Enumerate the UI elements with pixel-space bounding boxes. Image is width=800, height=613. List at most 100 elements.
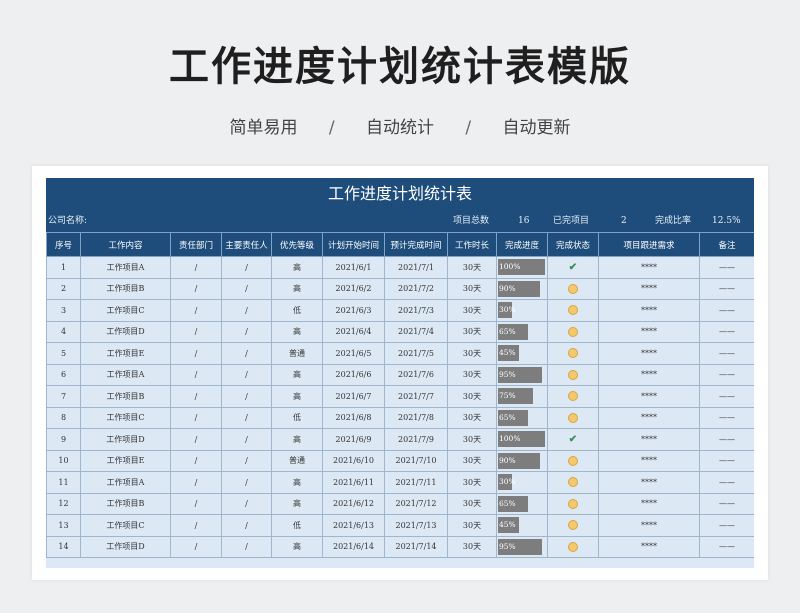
- cell-end[interactable]: 2021/7/12: [384, 492, 448, 515]
- cell-no[interactable]: 3: [46, 299, 81, 322]
- cell-end[interactable]: 2021/7/11: [384, 471, 448, 494]
- cell-owner[interactable]: /: [221, 256, 272, 279]
- cell-start[interactable]: 2021/6/3: [322, 299, 385, 322]
- table-row[interactable]: 13 工作项目C / / 低 2021/6/13 2021/7/13 30天 45% **** ——: [46, 514, 754, 537]
- cell-owner[interactable]: /: [221, 299, 272, 322]
- cell-follow[interactable]: ****: [598, 320, 700, 343]
- cell-priority[interactable]: 高: [271, 471, 323, 494]
- cell-start[interactable]: 2021/6/8: [322, 406, 385, 429]
- cell-priority[interactable]: 低: [271, 406, 323, 429]
- cell-follow[interactable]: ****: [598, 514, 700, 537]
- table-row[interactable]: 14 工作项目D / / 高 2021/6/14 2021/7/14 30天 95% **** ——: [46, 535, 754, 558]
- cell-dept[interactable]: /: [170, 385, 222, 408]
- cell-duration[interactable]: 30天: [447, 277, 497, 300]
- cell-priority[interactable]: 普通: [271, 449, 323, 472]
- cell-status[interactable]: [547, 342, 599, 365]
- cell-note[interactable]: ——: [699, 471, 754, 494]
- cell-duration[interactable]: 30天: [447, 342, 497, 365]
- cell-dept[interactable]: /: [170, 535, 222, 558]
- cell-status[interactable]: [547, 299, 599, 322]
- cell-duration[interactable]: 30天: [447, 385, 497, 408]
- cell-task[interactable]: 工作项目D: [80, 535, 171, 558]
- cell-dept[interactable]: /: [170, 514, 222, 537]
- cell-status[interactable]: [547, 320, 599, 343]
- cell-owner[interactable]: /: [221, 535, 272, 558]
- cell-task[interactable]: 工作项目C: [80, 514, 171, 537]
- cell-end[interactable]: 2021/7/3: [384, 299, 448, 322]
- cell-end[interactable]: 2021/7/8: [384, 406, 448, 429]
- cell-start[interactable]: 2021/6/14: [322, 535, 385, 558]
- cell-status[interactable]: [547, 492, 599, 515]
- cell-duration[interactable]: 30天: [447, 428, 497, 451]
- cell-task[interactable]: 工作项目B: [80, 492, 171, 515]
- cell-status[interactable]: [547, 385, 599, 408]
- cell-no[interactable]: 5: [46, 342, 81, 365]
- cell-progress[interactable]: 45%: [496, 342, 548, 365]
- cell-progress[interactable]: 65%: [496, 406, 548, 429]
- cell-start[interactable]: 2021/6/9: [322, 428, 385, 451]
- cell-start[interactable]: 2021/6/12: [322, 492, 385, 515]
- cell-end[interactable]: 2021/7/6: [384, 363, 448, 386]
- cell-no[interactable]: 4: [46, 320, 81, 343]
- cell-note[interactable]: ——: [699, 406, 754, 429]
- table-row[interactable]: 2 工作项目B / / 高 2021/6/2 2021/7/2 30天 90% **** ——: [46, 277, 754, 300]
- cell-status[interactable]: [547, 277, 599, 300]
- cell-duration[interactable]: 30天: [447, 363, 497, 386]
- cell-no[interactable]: 2: [46, 277, 81, 300]
- cell-duration[interactable]: 30天: [447, 471, 497, 494]
- cell-progress[interactable]: 65%: [496, 320, 548, 343]
- cell-dept[interactable]: /: [170, 449, 222, 472]
- cell-priority[interactable]: 低: [271, 299, 323, 322]
- cell-owner[interactable]: /: [221, 342, 272, 365]
- cell-note[interactable]: ——: [699, 342, 754, 365]
- table-row[interactable]: 11 工作项目A / / 高 2021/6/11 2021/7/11 30天 30% **** ——: [46, 471, 754, 494]
- cell-end[interactable]: 2021/7/10: [384, 449, 448, 472]
- cell-owner[interactable]: /: [221, 385, 272, 408]
- cell-duration[interactable]: 30天: [447, 449, 497, 472]
- cell-start[interactable]: 2021/6/2: [322, 277, 385, 300]
- cell-owner[interactable]: /: [221, 277, 272, 300]
- cell-follow[interactable]: ****: [598, 406, 700, 429]
- cell-owner[interactable]: /: [221, 449, 272, 472]
- cell-task[interactable]: 工作项目C: [80, 406, 171, 429]
- cell-start[interactable]: 2021/6/7: [322, 385, 385, 408]
- cell-progress[interactable]: 95%: [496, 535, 548, 558]
- cell-priority[interactable]: 低: [271, 514, 323, 537]
- cell-note[interactable]: ——: [699, 363, 754, 386]
- table-row[interactable]: 4 工作项目D / / 高 2021/6/4 2021/7/4 30天 65% **** ——: [46, 320, 754, 343]
- cell-follow[interactable]: ****: [598, 385, 700, 408]
- cell-owner[interactable]: /: [221, 428, 272, 451]
- cell-status[interactable]: ✔: [547, 428, 599, 451]
- cell-priority[interactable]: 高: [271, 277, 323, 300]
- cell-follow[interactable]: ****: [598, 449, 700, 472]
- cell-note[interactable]: ——: [699, 277, 754, 300]
- cell-end[interactable]: 2021/7/1: [384, 256, 448, 279]
- cell-progress[interactable]: 100%: [496, 256, 548, 279]
- cell-no[interactable]: 8: [46, 406, 81, 429]
- cell-start[interactable]: 2021/6/1: [322, 256, 385, 279]
- cell-duration[interactable]: 30天: [447, 535, 497, 558]
- cell-end[interactable]: 2021/7/4: [384, 320, 448, 343]
- cell-no[interactable]: 10: [46, 449, 81, 472]
- cell-task[interactable]: 工作项目E: [80, 342, 171, 365]
- cell-task[interactable]: 工作项目A: [80, 256, 171, 279]
- cell-note[interactable]: ——: [699, 385, 754, 408]
- cell-end[interactable]: 2021/7/5: [384, 342, 448, 365]
- cell-priority[interactable]: 高: [271, 385, 323, 408]
- cell-no[interactable]: 7: [46, 385, 81, 408]
- cell-no[interactable]: 1: [46, 256, 81, 279]
- cell-note[interactable]: ——: [699, 320, 754, 343]
- cell-dept[interactable]: /: [170, 406, 222, 429]
- cell-dept[interactable]: /: [170, 342, 222, 365]
- cell-dept[interactable]: /: [170, 299, 222, 322]
- cell-start[interactable]: 2021/6/13: [322, 514, 385, 537]
- cell-progress[interactable]: 30%: [496, 471, 548, 494]
- cell-start[interactable]: 2021/6/6: [322, 363, 385, 386]
- cell-dept[interactable]: /: [170, 492, 222, 515]
- cell-progress[interactable]: 65%: [496, 492, 548, 515]
- cell-task[interactable]: 工作项目B: [80, 385, 171, 408]
- cell-priority[interactable]: 高: [271, 256, 323, 279]
- cell-follow[interactable]: ****: [598, 428, 700, 451]
- cell-note[interactable]: ——: [699, 449, 754, 472]
- cell-progress[interactable]: 75%: [496, 385, 548, 408]
